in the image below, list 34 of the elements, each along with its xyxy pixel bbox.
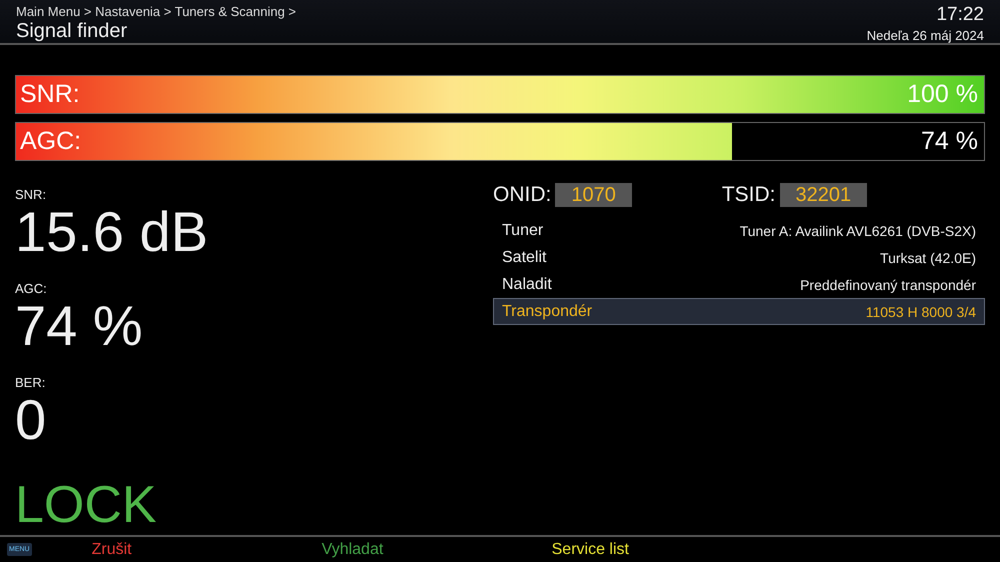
id-label: ONID: bbox=[493, 183, 552, 207]
stat-label: AGC: bbox=[15, 281, 48, 296]
meter-label: SNR: bbox=[20, 80, 80, 109]
id-label: TSID: bbox=[722, 183, 776, 207]
setting-label: Transpondér bbox=[502, 302, 592, 320]
setting-label: Naladit bbox=[502, 276, 552, 294]
setting-label: Satelit bbox=[502, 248, 546, 266]
stat-value: 15.6 dB bbox=[15, 202, 210, 262]
stat-label: BER: bbox=[15, 375, 46, 390]
stat-value: 74 % bbox=[15, 296, 144, 356]
id-value: 32201 bbox=[780, 183, 868, 207]
settings-row[interactable]: Satelit Turksat (42.0E) bbox=[493, 244, 985, 271]
stat-value: 0 bbox=[15, 390, 48, 450]
setting-label: Tuner bbox=[502, 222, 544, 240]
setting-value: Turksat (42.0E) bbox=[880, 250, 976, 266]
meter-reading: 100 % bbox=[907, 80, 978, 109]
meter-label: AGC: bbox=[20, 127, 82, 156]
setting-value: 11053 H 8000 3/4 bbox=[866, 304, 976, 320]
lock-status: LOCK bbox=[15, 475, 158, 535]
settings-row[interactable]: Tuner Tuner A: Availink AVL6261 (DVB-S2X) bbox=[493, 217, 985, 244]
page-title: Signal finder bbox=[16, 20, 128, 43]
settings-row[interactable]: Naladit Preddefinovaný transpondér bbox=[493, 271, 985, 298]
footer-button[interactable]: Service list bbox=[552, 540, 782, 558]
setting-value: Preddefinovaný transpondér bbox=[800, 276, 976, 292]
settings-row[interactable]: Transpondér 11053 H 8000 3/4 bbox=[493, 298, 985, 325]
setting-value: Tuner A: Availink AVL6261 (DVB-S2X) bbox=[740, 222, 976, 238]
clock-time: 17:22 bbox=[936, 4, 984, 26]
stat-label: SNR: bbox=[15, 187, 48, 202]
id-value: 1070 bbox=[555, 183, 632, 207]
breadcrumb: Main Menu > Nastavenia > Tuners & Scanning > bbox=[16, 4, 296, 19]
footer-button[interactable]: Zrušit bbox=[92, 540, 322, 558]
date-text: Nedeľa 26 máj 2024 bbox=[866, 28, 984, 43]
meter-reading: 74 % bbox=[921, 127, 978, 156]
footer-button[interactable]: Vyhladat bbox=[322, 540, 552, 558]
